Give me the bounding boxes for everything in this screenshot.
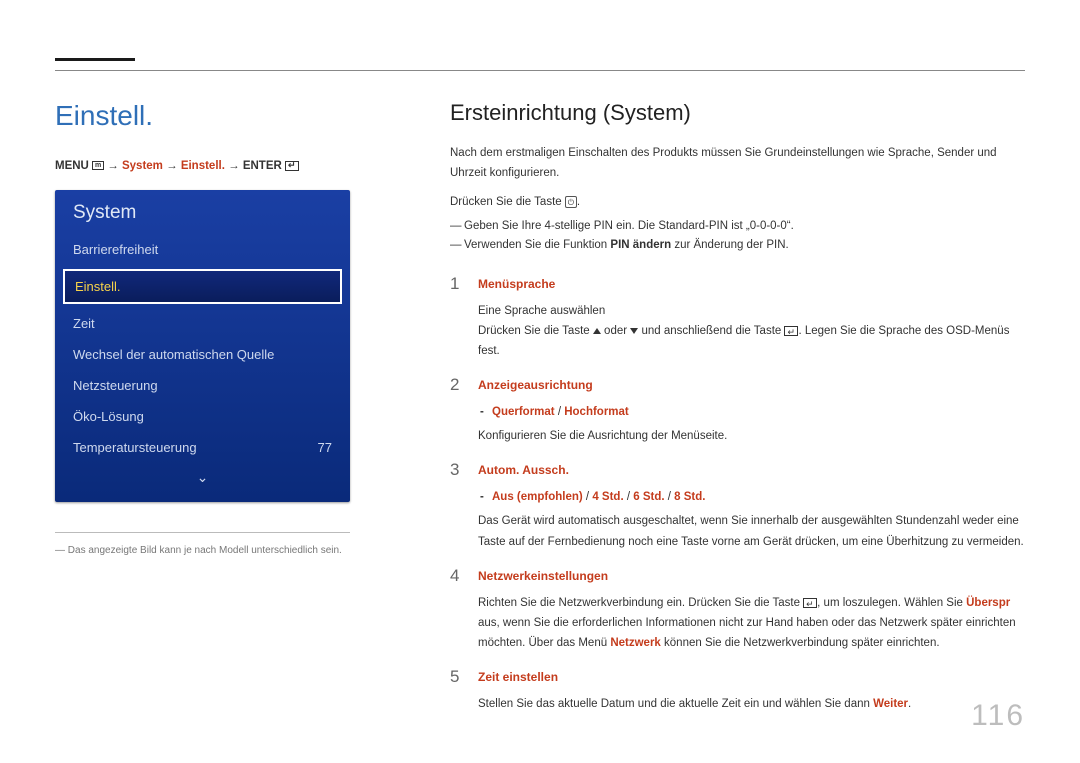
breadcrumb-einstell: Einstell.	[181, 160, 225, 172]
enter-icon	[803, 598, 817, 608]
s4-mid: , um loszulegen. Wählen Sie	[817, 597, 966, 609]
step-number: 3	[450, 460, 478, 551]
s1-mid2: und anschließend die Taste	[638, 325, 784, 337]
osd-menu-header: System	[55, 190, 350, 234]
pin-note-1: Geben Sie Ihre 4-stellige PIN ein. Die S…	[450, 217, 1025, 237]
s1-pre: Drücken Sie die Taste	[478, 325, 593, 337]
breadcrumb-arrow-2: →	[166, 160, 178, 172]
menu-label: Zeit	[73, 316, 95, 331]
step-body: Autom. Aussch. Aus (empfohlen) / 4 Std. …	[478, 460, 1025, 551]
step2-options: Querformat / Hochformat	[478, 402, 1025, 422]
s4-pre: Richten Sie die Netzwerkverbindung ein. …	[478, 597, 803, 609]
intro-press-post: .	[577, 196, 580, 208]
step-title: Zeit einstellen	[478, 667, 1025, 688]
right-column: Ersteinrichtung (System) Nach dem erstma…	[400, 100, 1025, 728]
breadcrumb-arrow-1: →	[107, 160, 119, 172]
header-rule	[55, 70, 1025, 71]
chevron-down-icon[interactable]: ⌄	[55, 463, 350, 496]
menu-item-zeit[interactable]: Zeit	[55, 308, 350, 339]
step-title: Anzeigeausrichtung	[478, 375, 1025, 396]
step-4: 4 Netzwerkeinstellungen Richten Sie die …	[450, 566, 1025, 653]
step-number: 4	[450, 566, 478, 653]
footnote-text: Das angezeigte Bild kann je nach Modell …	[55, 545, 400, 556]
step-title: Netzwerkeinstellungen	[478, 566, 1025, 587]
s5-weiter: Weiter	[873, 698, 908, 710]
step3-body: Das Gerät wird automatisch ausgeschaltet…	[478, 511, 1025, 551]
menu-item-barrierefreiheit[interactable]: Barrierefreiheit	[55, 234, 350, 265]
menu-label: Netzsteuerung	[73, 378, 158, 393]
step-body: Netzwerkeinstellungen Richten Sie die Ne…	[478, 566, 1025, 653]
s5-pre: Stellen Sie das aktuelle Datum und die a…	[478, 698, 873, 710]
step-title: Menüsprache	[478, 274, 1025, 295]
breadcrumb: MENU m → System → Einstell. → ENTER	[55, 160, 400, 172]
step-3: 3 Autom. Aussch. Aus (empfohlen) / 4 Std…	[450, 460, 1025, 551]
breadcrumb-enter: ENTER	[243, 160, 282, 172]
step1-line1: Eine Sprache auswählen	[478, 301, 1025, 321]
s4-post: können Sie die Netzwerkverbindung später…	[661, 637, 940, 649]
step-2: 2 Anzeigeausrichtung Querformat / Hochfo…	[450, 375, 1025, 446]
step1-line2: Drücken Sie die Taste oder und anschließ…	[478, 321, 1025, 361]
step-body: Anzeigeausrichtung Querformat / Hochform…	[478, 375, 1025, 446]
s4-skip: Überspr	[966, 597, 1010, 609]
s4-net: Netzwerk	[610, 637, 661, 649]
menu-label: Öko-Lösung	[73, 409, 144, 424]
document-page: Einstell. MENU m → System → Einstell. → …	[0, 0, 1080, 763]
pin-note-2-post: zur Änderung der PIN.	[671, 239, 789, 251]
step-body: Menüsprache Eine Sprache auswählen Drück…	[478, 274, 1025, 361]
step-5: 5 Zeit einstellen Stellen Sie das aktuel…	[450, 667, 1025, 714]
power-icon: ⏻	[565, 196, 577, 208]
intro-press: Drücken Sie die Taste ⏻.	[450, 193, 1025, 213]
s5-post: .	[908, 698, 911, 710]
breadcrumb-menu: MENU	[55, 160, 89, 172]
opt-8std: 8 Std.	[674, 491, 705, 503]
step2-body: Konfigurieren Sie die Ausrichtung der Me…	[478, 426, 1025, 446]
menu-item-netzsteuerung[interactable]: Netzsteuerung	[55, 370, 350, 401]
opt-querformat: Querformat	[492, 406, 555, 418]
menu-value: 77	[318, 440, 332, 455]
opt-hochformat: Hochformat	[564, 406, 629, 418]
menu-item-einstell[interactable]: Einstell.	[63, 269, 342, 304]
menu-label: Barrierefreiheit	[73, 242, 158, 257]
step-number: 2	[450, 375, 478, 446]
menu-label: Wechsel der automatischen Quelle	[73, 347, 274, 362]
pin-note-block: Geben Sie Ihre 4-stellige PIN ein. Die S…	[450, 217, 1025, 256]
osd-menu-panel: System Barrierefreiheit Einstell. Zeit W…	[55, 190, 350, 502]
step4-body: Richten Sie die Netzwerkverbindung ein. …	[478, 593, 1025, 653]
section-title: Ersteinrichtung (System)	[450, 100, 1025, 126]
menu-icon: m	[92, 161, 104, 170]
menu-label: Einstell.	[75, 279, 121, 294]
menu-item-oeko[interactable]: Öko-Lösung	[55, 401, 350, 432]
left-column: Einstell. MENU m → System → Einstell. → …	[55, 100, 400, 728]
pin-note-2-pre: Verwenden Sie die Funktion	[464, 239, 610, 251]
menu-label: Temperatursteuerung	[73, 440, 197, 455]
step-number: 5	[450, 667, 478, 714]
s1-mid: oder	[601, 325, 630, 337]
step3-options: Aus (empfohlen) / 4 Std. / 6 Std. / 8 St…	[478, 487, 1025, 507]
intro-paragraph: Nach dem erstmaligen Einschalten des Pro…	[450, 144, 1025, 183]
footnote-rule	[55, 532, 350, 533]
step-1: 1 Menüsprache Eine Sprache auswählen Drü…	[450, 274, 1025, 361]
enter-icon	[285, 161, 299, 171]
opt-sep: /	[555, 406, 565, 418]
opt-6std: 6 Std.	[633, 491, 664, 503]
page-title: Einstell.	[55, 100, 400, 132]
step-number: 1	[450, 274, 478, 361]
content-columns: Einstell. MENU m → System → Einstell. → …	[55, 0, 1025, 728]
enter-icon	[784, 326, 798, 336]
page-number: 116	[971, 699, 1025, 733]
opt-4std: 4 Std.	[592, 491, 623, 503]
step-title: Autom. Aussch.	[478, 460, 1025, 481]
opt-aus: Aus (empfohlen)	[492, 491, 583, 503]
menu-item-temperatur[interactable]: Temperatursteuerung 77	[55, 432, 350, 463]
breadcrumb-system: System	[122, 160, 163, 172]
pin-note-2-real: Verwenden Sie die Funktion PIN ändern zu…	[450, 236, 1025, 256]
menu-item-quelle[interactable]: Wechsel der automatischen Quelle	[55, 339, 350, 370]
breadcrumb-arrow-3: →	[228, 160, 240, 172]
up-arrow-icon	[593, 328, 601, 334]
step5-body: Stellen Sie das aktuelle Datum und die a…	[478, 694, 1025, 714]
step-body: Zeit einstellen Stellen Sie das aktuelle…	[478, 667, 1025, 714]
intro-press-pre: Drücken Sie die Taste	[450, 196, 565, 208]
pin-change-bold: PIN ändern	[610, 239, 671, 251]
